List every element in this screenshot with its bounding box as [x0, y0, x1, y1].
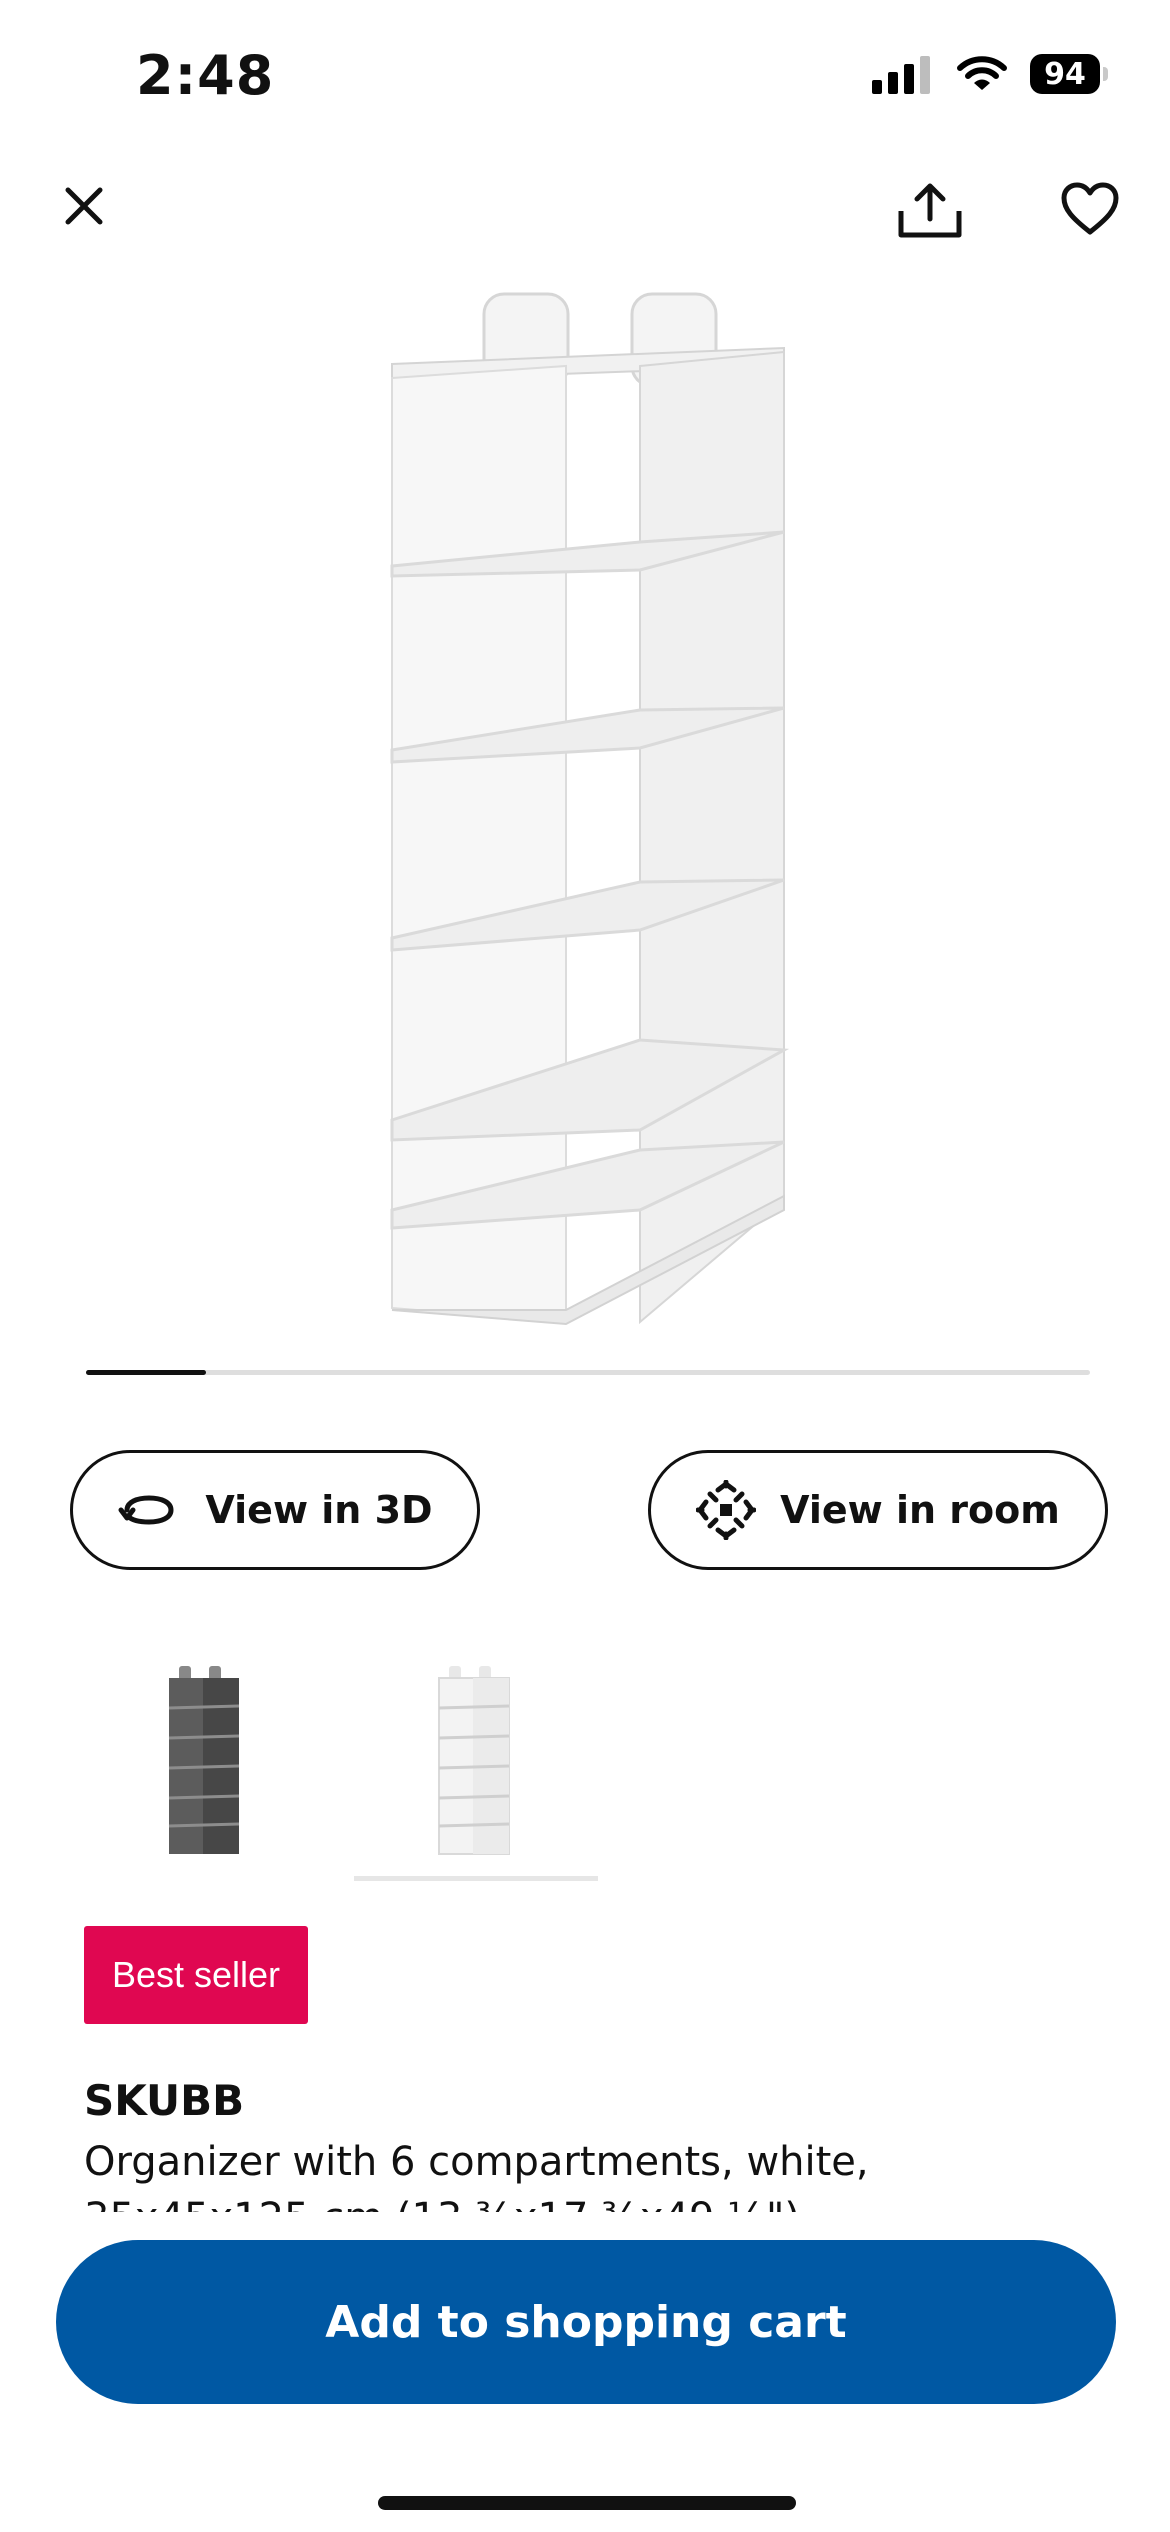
gallery-progress [86, 1370, 1090, 1375]
view-in-3d-button[interactable]: View in 3D [70, 1450, 480, 1570]
variant-dark-grey[interactable] [84, 1632, 324, 1892]
signal-icon [872, 56, 930, 94]
home-indicator[interactable] [378, 2496, 796, 2510]
best-seller-badge: Best seller [84, 1926, 308, 2024]
heart-icon [1061, 182, 1119, 235]
battery-indicator: 94 [1030, 54, 1108, 94]
product-name: SKUBB [84, 2076, 245, 2125]
variant-white[interactable] [354, 1632, 594, 1892]
view-in-3d-label: View in 3D [205, 1488, 433, 1532]
status-icons: 94 [872, 54, 1108, 94]
share-button[interactable] [890, 176, 970, 246]
share-icon [898, 183, 962, 238]
variant-white-thumbnail [438, 1666, 510, 1855]
view-in-room-label: View in room [780, 1488, 1060, 1532]
close-icon [65, 187, 103, 225]
close-button[interactable] [54, 176, 114, 236]
favorite-button[interactable] [1054, 176, 1126, 242]
battery-level: 94 [1044, 56, 1086, 92]
view-in-room-button[interactable]: View in room [648, 1450, 1108, 1570]
product-image [390, 292, 790, 1326]
add-to-cart-button[interactable]: Add to shopping cart [56, 2240, 1116, 2404]
selected-variant-indicator [354, 1876, 598, 1881]
product-image-gallery[interactable] [0, 270, 1170, 1350]
wifi-icon [957, 56, 1007, 90]
variant-dark-grey-thumbnail [168, 1666, 240, 1854]
ar-cube-icon [696, 1480, 757, 1540]
product-description: Organizer with 6 compartments, white, 35… [84, 2139, 869, 2212]
status-time: 2:48 [136, 44, 275, 107]
rotate-3d-icon [118, 1495, 174, 1525]
add-to-cart-label: Add to shopping cart [325, 2296, 847, 2348]
gallery-progress-fill [86, 1370, 207, 1375]
